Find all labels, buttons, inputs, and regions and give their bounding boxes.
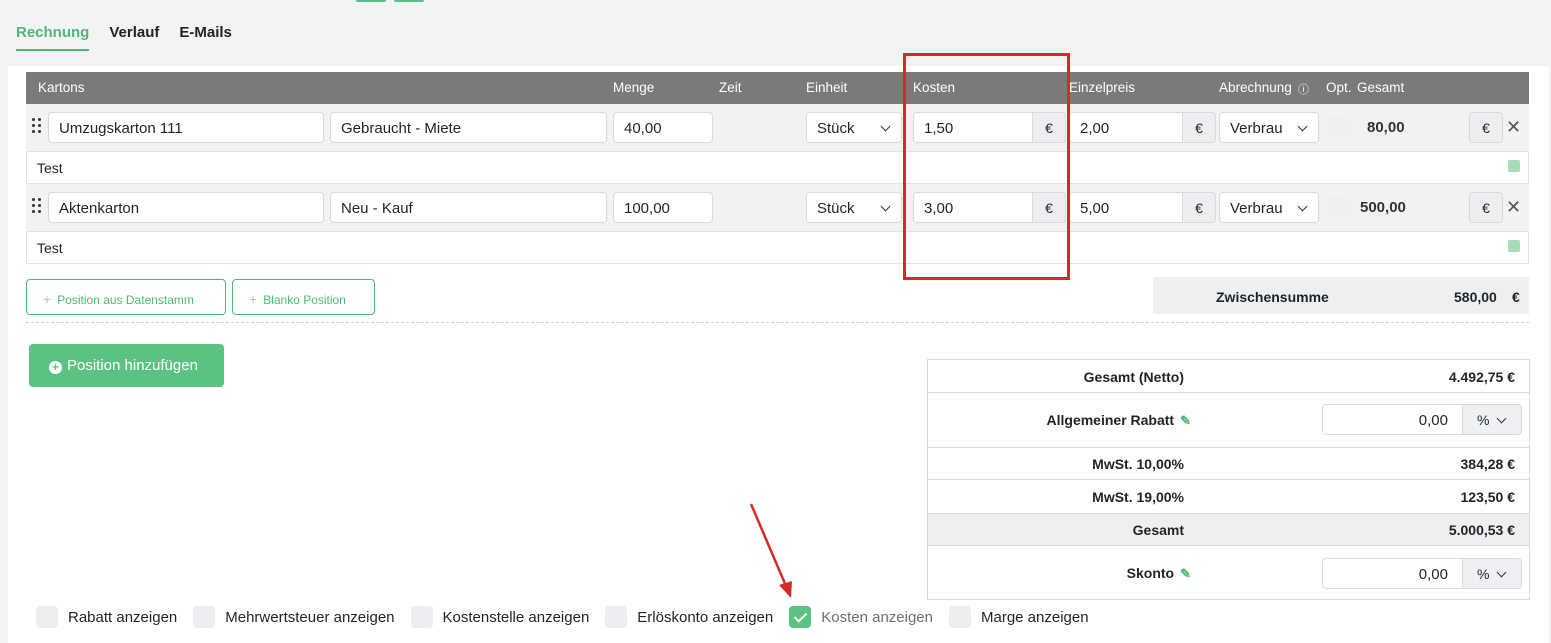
top-bar-stub (356, 0, 386, 2)
summary-row-discount: Allgemeiner Rabatt ✎ 0,00 % (928, 393, 1529, 448)
row-note[interactable]: Test (26, 152, 1529, 184)
display-options: Rabatt anzeigen Mehrwertsteuer anzeigen … (36, 606, 1105, 628)
total-value: 5.000,53 € (1448, 522, 1515, 538)
vat19-value: 123,50 € (1460, 489, 1516, 505)
billing-select[interactable]: Verbrau (1219, 192, 1319, 223)
checkbox-checked[interactable] (789, 606, 812, 628)
header-opt: Opt. (1326, 80, 1352, 95)
header-zeit: Zeit (719, 80, 742, 95)
comment-icon[interactable] (1508, 240, 1520, 252)
plus-circle-icon: + (49, 361, 62, 374)
header-einzelpreis: Einzelpreis (1069, 80, 1136, 95)
currency-label: € (1182, 192, 1216, 223)
close-icon[interactable]: ✕ (1506, 117, 1521, 138)
discount-label: Allgemeiner Rabatt ✎ (1046, 412, 1192, 428)
summary-row-skonto: Skonto ✎ 0,00 % (928, 546, 1529, 600)
header-abrechnung: Abrechnung (1219, 80, 1292, 95)
add-position-button[interactable]: + Position hinzufügen (29, 344, 224, 387)
article-name-input[interactable]: Umzugskarton 111 (48, 112, 324, 143)
skonto-label: Skonto ✎ (1126, 565, 1191, 581)
close-icon[interactable]: ✕ (1506, 197, 1521, 218)
plus-icon: + (43, 291, 52, 307)
quantity-input[interactable]: 40,00 (613, 112, 713, 143)
info-icon[interactable]: ⓘ (1298, 81, 1309, 97)
plus-icon: + (249, 291, 258, 307)
row-total: 80,00 (1367, 119, 1405, 136)
summary-row-total: Gesamt 5.000,53 € (928, 514, 1529, 546)
optional-checkbox[interactable] (1328, 196, 1350, 218)
vat10-value: 384,28 € (1460, 456, 1516, 472)
summary-row-vat19: MwSt. 19,00% 123,50 € (928, 480, 1529, 514)
tab-emails[interactable]: E-Mails (179, 14, 232, 51)
table-row: Aktenkarton Neu - Kauf 100,00 Stück 3,00… (26, 184, 1529, 232)
divider (26, 322, 1529, 323)
tab-rechnung[interactable]: Rechnung (16, 14, 90, 51)
checkbox[interactable] (410, 606, 433, 628)
discount-input[interactable]: 0,00 (1322, 404, 1463, 435)
row-note[interactable]: Test (26, 232, 1529, 264)
currency-label: € (1182, 112, 1216, 143)
quantity-input[interactable]: 100,00 (613, 192, 713, 223)
skonto-unit-select[interactable]: % (1462, 558, 1522, 589)
vat10-label: MwSt. 10,00% (1092, 456, 1184, 472)
article-type-input[interactable]: Neu - Kauf (330, 192, 607, 223)
checkbox[interactable] (193, 606, 216, 628)
checkbox[interactable] (605, 606, 628, 628)
row-total: 500,00 (1360, 199, 1406, 216)
subtotal-bar: Zwischensumme 580,00 € (1153, 277, 1529, 314)
subtotal-currency: € (1512, 289, 1520, 305)
subtotal-label: Zwischensumme (1216, 289, 1329, 305)
article-name-input[interactable]: Aktenkarton (48, 192, 324, 223)
header-einheit: Einheit (806, 80, 848, 95)
subtotal-value: 580,00 (1454, 289, 1497, 305)
checkbox[interactable] (949, 606, 971, 628)
header-kartons: Kartons (38, 80, 85, 95)
pencil-icon[interactable]: ✎ (1180, 566, 1191, 581)
discount-unit-select[interactable]: % (1462, 404, 1522, 435)
comment-icon[interactable] (1508, 160, 1520, 172)
unit-price-input[interactable]: 5,00 (1069, 192, 1183, 223)
tab-bar: Rechnung Verlauf E-Mails (16, 14, 232, 51)
table-row: Umzugskarton 111 Gebraucht - Miete 40,00… (26, 104, 1529, 152)
tab-verlauf[interactable]: Verlauf (109, 14, 159, 51)
currency-label: € (1469, 192, 1503, 223)
billing-select[interactable]: Verbrau (1219, 112, 1319, 143)
top-bar-stub (394, 0, 424, 2)
header-menge: Menge (613, 80, 655, 95)
annotation-arrow (749, 503, 792, 598)
drag-handle-icon[interactable] (32, 118, 42, 136)
article-type-input[interactable]: Gebraucht - Miete (330, 112, 607, 143)
option-erloeskonto[interactable]: Erlöskonto anzeigen (605, 606, 773, 628)
annotation-highlight-box (903, 53, 1070, 280)
note-text: Test (37, 160, 63, 176)
header-gesamt: Gesamt (1357, 80, 1405, 95)
summary-table: Gesamt (Netto) 4.492,75 € Allgemeiner Ra… (927, 359, 1530, 600)
pencil-icon[interactable]: ✎ (1180, 413, 1191, 428)
option-mehrwertsteuer[interactable]: Mehrwertsteuer anzeigen (193, 606, 395, 628)
vat19-label: MwSt. 19,00% (1092, 489, 1184, 505)
summary-row-net: Gesamt (Netto) 4.492,75 € (928, 360, 1529, 393)
option-rabatt[interactable]: Rabatt anzeigen (36, 606, 177, 628)
blank-position-button[interactable]: + Blanko Position (232, 279, 375, 315)
net-value: 4.492,75 € (1448, 369, 1515, 385)
option-kosten[interactable]: Kosten anzeigen (789, 606, 933, 628)
option-kostenstelle[interactable]: Kostenstelle anzeigen (410, 606, 589, 628)
skonto-input[interactable]: 0,00 (1322, 558, 1463, 589)
net-label: Gesamt (Netto) (1083, 369, 1184, 385)
unit-select[interactable]: Stück (806, 112, 902, 143)
unit-select[interactable]: Stück (806, 192, 902, 223)
option-marge[interactable]: Marge anzeigen (949, 606, 1089, 628)
note-text: Test (37, 240, 63, 256)
unit-price-input[interactable]: 2,00 (1069, 112, 1183, 143)
position-from-master-button[interactable]: + Position aus Datenstamm (26, 279, 226, 315)
summary-row-vat10: MwSt. 10,00% 384,28 € (928, 448, 1529, 480)
total-label: Gesamt (1132, 522, 1184, 538)
optional-checkbox[interactable] (1328, 116, 1350, 138)
drag-handle-icon[interactable] (32, 198, 42, 216)
currency-label: € (1469, 112, 1503, 143)
table-header: Kartons Menge Zeit Einheit Kosten Einzel… (26, 72, 1529, 104)
checkbox[interactable] (36, 606, 58, 628)
